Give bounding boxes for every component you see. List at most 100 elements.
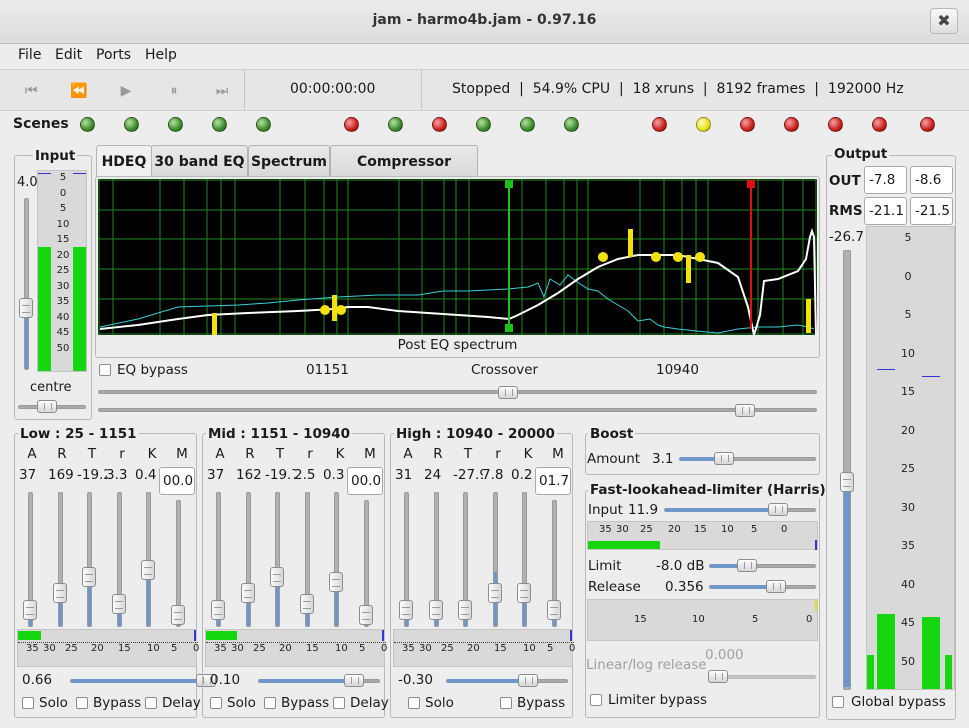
scene-10-led[interactable] <box>520 117 535 132</box>
band-1-fader-knob-M[interactable] <box>358 605 373 625</box>
eq-bypass-checkbox[interactable] <box>99 364 111 376</box>
rewind-icon[interactable]: ⏪ <box>60 78 98 104</box>
band-1-fader-knob-K[interactable] <box>329 572 343 592</box>
limiter-limit-knob[interactable] <box>737 559 757 572</box>
input-gain-knob[interactable] <box>19 298 33 318</box>
eq-graph[interactable] <box>98 179 817 335</box>
scene-7-led[interactable] <box>388 117 403 132</box>
fast-forward-to-end-icon[interactable]: ⏭ <box>203 78 241 104</box>
limiter-input-knob[interactable] <box>768 503 788 516</box>
output-title: Output <box>832 146 890 162</box>
band-1-fader-K[interactable] <box>334 492 339 627</box>
band-0-fader-T[interactable] <box>87 492 92 627</box>
scene-11-led[interactable] <box>564 117 579 132</box>
band-0-fader-knob-K[interactable] <box>141 560 155 580</box>
band-2-fader-knob-r[interactable] <box>487 583 502 603</box>
band-1-fader-knob-A[interactable] <box>211 600 225 620</box>
global-bypass-checkbox[interactable] <box>832 696 844 708</box>
tab-30-band-eq[interactable]: 30 band EQ <box>151 145 248 177</box>
close-icon[interactable]: ✖ <box>930 8 958 34</box>
menu-help[interactable]: Help <box>145 47 177 63</box>
limiter-bypass-checkbox[interactable] <box>590 694 602 706</box>
rewind-to-start-icon[interactable]: ⏮ <box>12 78 50 104</box>
band-0-fader-R[interactable] <box>57 492 63 627</box>
scene-13-led[interactable] <box>696 117 711 132</box>
band-0-fader-knob-M[interactable] <box>170 605 185 625</box>
band-1-solo-checkbox[interactable] <box>210 697 222 709</box>
input-gain-slider[interactable] <box>24 198 29 370</box>
tab-hdeq[interactable]: HDEQ <box>96 145 152 178</box>
scene-8-led[interactable] <box>432 117 447 132</box>
band-2-bypass-checkbox[interactable] <box>500 697 512 709</box>
boost-amount-knob[interactable] <box>714 452 734 465</box>
scene-16-led[interactable] <box>828 117 843 132</box>
scene-18-led[interactable] <box>920 117 935 132</box>
band-0-fader-knob-R[interactable] <box>52 583 67 603</box>
band-2-fader-knob-A[interactable] <box>399 600 413 620</box>
band-1-fader-knob-R[interactable] <box>240 583 255 603</box>
crossover-high-slider[interactable] <box>98 408 817 412</box>
band-1-fader-T[interactable] <box>275 492 280 627</box>
band-2-gain-knob[interactable] <box>518 674 538 687</box>
crossover-low-handle-bottom[interactable] <box>505 324 513 332</box>
band-0-delay-checkbox[interactable] <box>145 697 157 709</box>
input-balance-knob[interactable] <box>37 400 57 413</box>
tab-spectrum[interactable]: Spectrum <box>248 145 330 177</box>
scene-9-led[interactable] <box>476 117 491 132</box>
band-2-header-M: M <box>552 446 564 462</box>
band-2-fader-knob-T[interactable] <box>458 600 472 620</box>
scene-5-led[interactable] <box>256 117 271 132</box>
scene-12-led[interactable] <box>652 117 667 132</box>
band-2-gr-scale-tick: 5 <box>547 643 554 654</box>
tab-compressor-curves[interactable]: Compressor curves <box>330 145 478 202</box>
band-2-fader-K[interactable] <box>522 492 527 627</box>
boost-amount-slider[interactable] <box>679 457 816 461</box>
play-icon[interactable]: ▶ <box>107 78 145 104</box>
band-2-fader-knob-M[interactable] <box>546 600 561 620</box>
limiter-release-knob[interactable] <box>766 580 786 593</box>
output-gain-knob[interactable] <box>840 472 854 492</box>
band-0-gain-slider[interactable] <box>70 679 207 683</box>
band-1-delay-checkbox[interactable] <box>333 697 345 709</box>
band-0-fader-knob-A[interactable] <box>23 600 37 620</box>
output-gain-slider[interactable] <box>843 250 851 690</box>
scene-3-led[interactable] <box>168 117 183 132</box>
limiter-input-slider[interactable] <box>664 508 816 512</box>
band-1-fader-R[interactable] <box>245 492 251 627</box>
pause-icon[interactable]: ⏸ <box>155 78 193 104</box>
band-0-fader-knob-r[interactable] <box>111 594 126 614</box>
menu-file[interactable]: File <box>18 47 41 63</box>
menu-edit[interactable]: Edit <box>55 47 82 63</box>
band-2-gain-slider[interactable] <box>446 679 568 683</box>
scene-4-led[interactable] <box>212 117 227 132</box>
scene-2-led[interactable] <box>124 117 139 132</box>
crossover-low-handle[interactable] <box>505 180 513 188</box>
crossover-low-slider[interactable] <box>98 390 817 394</box>
band-2-fader-r[interactable] <box>492 492 498 627</box>
band-1-gr-scale-tick: 25 <box>253 643 266 654</box>
scene-15-led[interactable] <box>784 117 799 132</box>
band-0-bypass-checkbox[interactable] <box>76 697 88 709</box>
linlog-release-knob[interactable] <box>708 670 728 683</box>
scene-14-led[interactable] <box>740 117 755 132</box>
scene-17-led[interactable] <box>872 117 887 132</box>
band-2-solo-checkbox[interactable] <box>408 697 420 709</box>
band-1-fader-knob-r[interactable] <box>299 594 314 614</box>
limiter-release-slider[interactable] <box>709 585 816 589</box>
limiter-input-level-bar <box>588 541 660 549</box>
limiter-limit-slider[interactable] <box>709 564 816 568</box>
crossover-high-knob[interactable] <box>735 404 756 417</box>
scene-1-led[interactable] <box>80 117 95 132</box>
band-0-solo-checkbox[interactable] <box>22 697 34 709</box>
band-1-bypass-checkbox[interactable] <box>264 697 276 709</box>
band-2-fader-knob-R[interactable] <box>428 600 443 620</box>
band-0-fader-knob-T[interactable] <box>82 567 96 587</box>
input-meter-right-bar <box>73 247 86 371</box>
crossover-low-knob[interactable] <box>497 386 518 399</box>
menu-ports[interactable]: Ports <box>96 47 131 63</box>
crossover-high-handle[interactable] <box>747 180 755 188</box>
band-2-fader-knob-K[interactable] <box>517 583 531 603</box>
scene-6-led[interactable] <box>344 117 359 132</box>
band-1-fader-knob-T[interactable] <box>270 567 284 587</box>
band-1-gain-knob[interactable] <box>344 674 364 687</box>
